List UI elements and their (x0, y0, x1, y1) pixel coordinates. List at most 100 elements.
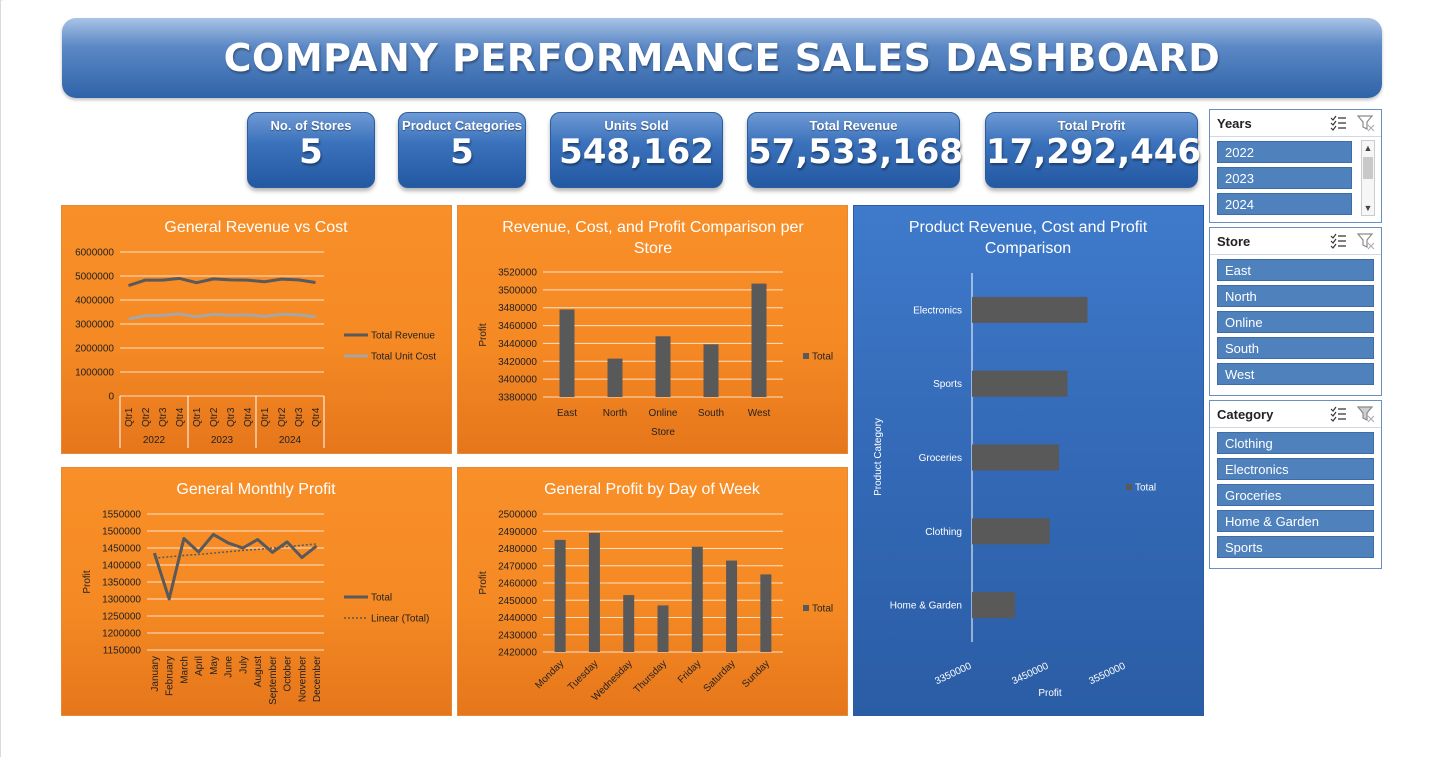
y-axis-label: Profit (478, 571, 489, 595)
x-tick-label: Qtr1 (124, 407, 135, 427)
chart-monthly-profit[interactable]: General Monthly Profit 1150000 1200000 1250… (61, 467, 452, 716)
y-tick-label: 3480000 (498, 303, 537, 314)
slicer-item-north[interactable]: North (1217, 285, 1374, 307)
bar (554, 539, 566, 652)
x-tick-label: Online (649, 408, 678, 419)
legend-label: Total Unit Cost (371, 352, 436, 363)
x-tick-label: Monday (533, 658, 566, 691)
slicer-item-west[interactable]: West (1217, 363, 1374, 385)
x-tick-label: Qtr3 (226, 407, 237, 427)
x-tick-label: Qtr2 (277, 407, 288, 427)
y-tick-label: 3400000 (498, 375, 537, 386)
x-axis-label: Store (651, 427, 675, 438)
slicer-store: Store East North Online South West (1209, 227, 1382, 396)
clear-filter-icon[interactable] (1357, 232, 1375, 250)
slicer-item-groceries[interactable]: Groceries (1217, 484, 1374, 506)
slicer-scrollbar[interactable]: ▲ ▼ (1361, 140, 1375, 216)
legend-label: Total (812, 604, 833, 615)
x-tick-label: September (268, 655, 279, 705)
slicer-item-2024[interactable]: 2024 (1217, 193, 1352, 215)
slicer-years: Years 2022 2023 2024 ▲ ▼ (1209, 109, 1382, 223)
x-tick-label: South (698, 408, 724, 419)
chart-product-comparison[interactable]: Product Revenue, Cost and Profit Comparis… (853, 205, 1204, 716)
x-tick-label: April (194, 656, 205, 676)
slicer-item-south[interactable]: South (1217, 337, 1374, 359)
y-tick-label: 2470000 (498, 561, 537, 572)
y-tick-label: 2480000 (498, 544, 537, 555)
chart-store-comparison[interactable]: Revenue, Cost, and Profit Comparison per… (457, 205, 848, 454)
x-tick-label: Tuesday (566, 658, 601, 693)
scroll-down-icon[interactable]: ▼ (1362, 201, 1374, 215)
chart-revenue-vs-cost[interactable]: General Revenue vs Cost 0 1000000 2000000 30… (61, 205, 452, 454)
y-tick-label: Electronics (913, 305, 962, 316)
y-tick-label: 0 (108, 392, 114, 403)
legend-label: Total Revenue (371, 331, 435, 342)
x-tick-label: July (238, 656, 249, 674)
slicer-title: Years (1217, 115, 1252, 131)
y-tick-label: 1150000 (103, 646, 142, 657)
legend-label: Total (371, 593, 392, 604)
bar (607, 358, 623, 397)
y-tick-label: 2490000 (498, 527, 537, 538)
x-tick-label: Thursday (632, 658, 669, 695)
multi-select-icon[interactable] (1329, 232, 1347, 250)
bar (691, 546, 703, 652)
clear-filter-icon[interactable] (1357, 405, 1375, 423)
slicer-item-electronics[interactable]: Electronics (1217, 458, 1374, 480)
y-tick-label: 2420000 (498, 648, 537, 659)
bar (751, 283, 767, 397)
y-tick-label: 2430000 (498, 630, 537, 641)
multi-select-icon[interactable] (1329, 405, 1347, 423)
slicer-title: Store (1217, 233, 1251, 249)
x-tick-label: 3450000 (1010, 661, 1050, 688)
bar (726, 560, 738, 652)
y-tick-label: Home & Garden (890, 601, 962, 612)
y-tick-label: 3420000 (498, 357, 537, 368)
chart-title: Revenue, Cost, and Profit Comparison per (502, 219, 804, 236)
y-tick-label: 1300000 (102, 595, 141, 606)
scroll-up-icon[interactable]: ▲ (1362, 141, 1374, 155)
x-tick-label: Qtr2 (209, 407, 220, 427)
y-tick-label: 1450000 (102, 544, 141, 555)
slicer-item-2022[interactable]: 2022 (1217, 141, 1352, 163)
slicer-item-2023[interactable]: 2023 (1217, 167, 1352, 189)
x-tick-label: February (165, 656, 176, 696)
kpi-value: 5 (299, 132, 323, 172)
kpi-label: Product Categories (402, 118, 522, 133)
series-line (128, 312, 316, 321)
y-tick-label: 2460000 (498, 579, 537, 590)
x-group-label: 2022 (143, 435, 166, 446)
slicer-item-east[interactable]: East (1217, 259, 1374, 281)
x-tick-label: Qtr1 (260, 407, 271, 427)
slicer-item-home-garden[interactable]: Home & Garden (1217, 510, 1374, 532)
scroll-thumb[interactable] (1363, 157, 1373, 179)
x-tick-label: March (179, 656, 190, 684)
slicer-item-sports[interactable]: Sports (1217, 536, 1374, 558)
x-tick-label: West (748, 408, 771, 419)
slicer-item-online[interactable]: Online (1217, 311, 1374, 333)
chart-svg: Revenue, Cost, and Profit Comparison per… (478, 219, 833, 438)
y-tick-label: 2500000 (498, 510, 537, 521)
x-tick-label: Qtr4 (175, 407, 186, 427)
x-tick-label: Qtr4 (311, 407, 322, 427)
multi-select-icon[interactable] (1329, 114, 1347, 132)
kpi-label: Total Profit (1057, 118, 1126, 133)
clear-filter-icon[interactable] (1357, 114, 1375, 132)
bar (972, 296, 1088, 323)
chart-svg: General Monthly Profit 1150000 1200000 1250… (82, 481, 429, 705)
dashboard-banner: COMPANY PERFORMANCE SALES DASHBOARD (62, 18, 1382, 98)
y-tick-label: 3440000 (498, 339, 537, 350)
kpi-value: 57,533,168 (748, 132, 964, 172)
bar (657, 605, 669, 652)
y-tick-label: Clothing (925, 527, 962, 538)
bar (972, 444, 1060, 471)
x-tick-label: North (603, 408, 627, 419)
y-axis-label: Profit (82, 570, 93, 594)
bar (655, 336, 671, 397)
x-group-label: 2024 (279, 435, 302, 446)
x-tick-label: June (224, 656, 235, 678)
chart-title: General Monthly Profit (176, 481, 336, 498)
chart-day-of-week[interactable]: General Profit by Day of Week 2420000 2430… (457, 467, 848, 716)
slicer-item-clothing[interactable]: Clothing (1217, 432, 1374, 454)
slicer-header: Store (1210, 228, 1381, 255)
